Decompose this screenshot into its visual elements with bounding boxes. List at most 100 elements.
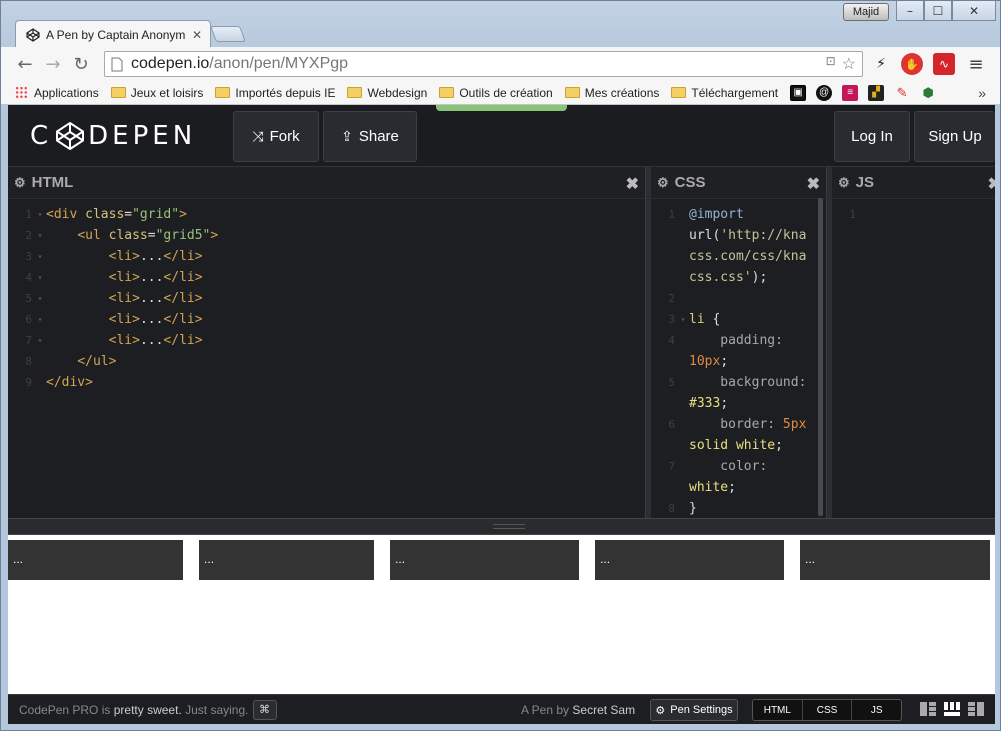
fork-button[interactable]: ⤨ Fork xyxy=(233,111,319,162)
author-link[interactable]: Secret Sam xyxy=(572,703,635,717)
folder-icon xyxy=(215,87,231,98)
lightning-extension-icon[interactable]: ⚡ xyxy=(870,53,892,75)
share-button[interactable]: ⇪ Share xyxy=(323,111,417,162)
toggle-html-button[interactable]: HTML xyxy=(753,700,803,720)
html-editor-header: ⚙ HTML ✖ xyxy=(8,167,645,199)
url-path: /anon/pen/MYXPgp xyxy=(209,55,349,72)
back-arrow-icon[interactable]: ← xyxy=(11,50,39,78)
gear-icon[interactable]: ⚙ xyxy=(14,175,26,191)
bookmark-stats-icon[interactable]: ▞ xyxy=(868,84,885,101)
bookmark-pen-icon[interactable]: ✎ xyxy=(894,85,910,101)
bookmark-pink-icon[interactable]: ≡ xyxy=(842,84,859,101)
reload-icon[interactable]: ↻ xyxy=(67,50,95,78)
bookmark-at-icon[interactable]: @ xyxy=(816,84,833,101)
grid-item: ... xyxy=(8,540,184,580)
share-icon: ⇪ xyxy=(341,128,353,144)
js-editor-header: ⚙ JS ✖ xyxy=(832,167,995,199)
bookmark-folder-creations[interactable]: Mes créations xyxy=(564,85,660,100)
css-editor[interactable]: ⚙ CSS ✖ 1 @import url('http://kna css.com/… xyxy=(651,167,826,518)
window-controls: – ☐ ✕ xyxy=(896,1,996,21)
bookmark-label: Importés depuis IE xyxy=(235,85,336,100)
folder-icon xyxy=(671,87,687,98)
url-host: codepen.io xyxy=(131,55,210,72)
grid-item: ... xyxy=(199,540,375,580)
bookmark-folder-importes[interactable]: Importés depuis IE xyxy=(215,86,335,100)
layout-top-icon[interactable] xyxy=(944,701,960,717)
js-editor-title: JS xyxy=(855,174,875,191)
forward-arrow-icon[interactable]: → xyxy=(39,50,67,78)
css-scrollbar[interactable] xyxy=(818,198,823,516)
signup-button[interactable]: Sign Up xyxy=(914,111,995,162)
bookmark-label: Applications xyxy=(34,85,99,100)
editor-toggle-group: HTML CSS JS xyxy=(752,699,902,721)
fork-label: Fork xyxy=(269,128,300,145)
folder-icon xyxy=(439,87,455,98)
keyboard-shortcuts-button[interactable]: ⌘ xyxy=(252,699,277,720)
preview-resizer[interactable] xyxy=(8,518,995,535)
pdf-extension-icon[interactable]: ∿ xyxy=(933,53,955,75)
tab-close-icon[interactable]: ✕ xyxy=(192,28,202,42)
menu-icon[interactable]: ≡ xyxy=(965,53,987,75)
address-bar[interactable]: codepen.io/anon/pen/MYXPgp ⊡ ☆ xyxy=(104,51,863,77)
codepen-footer: CodePen PRO is pretty sweet. Just saying… xyxy=(8,694,995,724)
bookmark-folder-jeux[interactable]: Jeux et loisirs xyxy=(110,85,204,100)
folder-icon xyxy=(564,87,580,98)
user-profile-button[interactable]: Majid xyxy=(843,3,889,21)
folder-icon xyxy=(110,87,126,98)
folder-icon xyxy=(347,87,363,98)
loading-indicator xyxy=(436,105,567,111)
minimize-button[interactable]: – xyxy=(896,1,924,21)
codepen-logo[interactable]: C DEPEN xyxy=(30,121,196,151)
pro-message: CodePen PRO is pretty sweet. Just saying… xyxy=(19,702,249,717)
bookmark-terminal-icon[interactable]: ▣ xyxy=(790,84,807,101)
close-window-button[interactable]: ✕ xyxy=(952,1,996,21)
grid-item: ... xyxy=(800,540,990,580)
codepen-app: C DEPEN ⤨ Fork ⇪ Share Log In Sign Up ⚙ HTM… xyxy=(8,105,995,724)
bookmarks-bar: Applications Jeux et loisirs Importés de… xyxy=(1,81,1000,105)
pen-settings-label: Pen Settings xyxy=(670,704,733,716)
codepen-logo-icon xyxy=(56,122,85,150)
bookmark-label: Téléchargement xyxy=(691,85,779,100)
close-editor-icon[interactable]: ✖ xyxy=(988,174,995,194)
browser-tab[interactable]: A Pen by Captain Anonym ✕ xyxy=(15,20,211,48)
bookmark-label: Mes créations xyxy=(584,85,660,100)
bookmarks-more-icon[interactable]: » xyxy=(978,85,986,101)
bookmark-folder-webdesign[interactable]: Webdesign xyxy=(347,86,427,100)
signup-label: Sign Up xyxy=(928,128,982,145)
translate-icon[interactable]: ⊡ xyxy=(826,54,836,74)
bookmark-box-icon[interactable]: ⬢ xyxy=(920,85,936,101)
layout-right-icon[interactable] xyxy=(968,701,984,717)
login-button[interactable]: Log In xyxy=(834,111,910,162)
bookmark-folder-outils[interactable]: Outils de création xyxy=(439,86,553,100)
page-icon xyxy=(111,57,123,71)
js-editor[interactable]: ⚙ JS ✖ 1 xyxy=(832,167,995,518)
html-code[interactable]: 1 ▾ <div class = "grid" > 2 ▾ <ul class = "grid5… xyxy=(8,199,645,393)
layout-left-icon[interactable] xyxy=(920,701,936,717)
browser-window: Majid – ☐ ✕ A Pen by Captain Anonym ✕ ← … xyxy=(0,0,1001,731)
new-tab-button[interactable] xyxy=(210,26,246,42)
html-editor[interactable]: ⚙ HTML ✖ 1 ▾ <div class = "grid" > 2 ▾ <ul clas… xyxy=(8,167,645,518)
resize-grip-icon xyxy=(493,524,525,529)
pen-settings-button[interactable]: ⚙ Pen Settings xyxy=(650,699,738,721)
html-editor-title: HTML xyxy=(31,174,74,191)
bookmark-star-icon[interactable]: ☆ xyxy=(842,54,856,74)
codepen-header: C DEPEN ⤨ Fork ⇪ Share Log In Sign Up xyxy=(8,105,995,167)
maximize-button[interactable]: ☐ xyxy=(924,1,952,21)
toggle-css-button[interactable]: CSS xyxy=(803,700,853,720)
toggle-js-button[interactable]: JS xyxy=(852,700,901,720)
share-label: Share xyxy=(358,128,399,145)
css-code[interactable]: 1 @import url('http://kna css.com/css/kna… xyxy=(651,199,826,519)
grid-item: ... xyxy=(390,540,580,580)
bookmark-label: Jeux et loisirs xyxy=(130,85,204,100)
preview-pane: ... ... ... ... ... xyxy=(8,535,995,694)
close-editor-icon[interactable]: ✖ xyxy=(626,174,639,194)
gear-icon[interactable]: ⚙ xyxy=(657,175,669,191)
gear-icon[interactable]: ⚙ xyxy=(838,175,850,191)
close-editor-icon[interactable]: ✖ xyxy=(807,174,820,194)
adblock-extension-icon[interactable]: ✋ xyxy=(901,53,923,75)
js-code[interactable]: 1 xyxy=(832,199,995,225)
grid-item: ... xyxy=(595,540,785,580)
codepen-favicon-icon xyxy=(26,27,40,42)
bookmark-applications[interactable]: Applications xyxy=(15,86,99,100)
bookmark-folder-telechargement[interactable]: Téléchargement xyxy=(671,86,778,100)
